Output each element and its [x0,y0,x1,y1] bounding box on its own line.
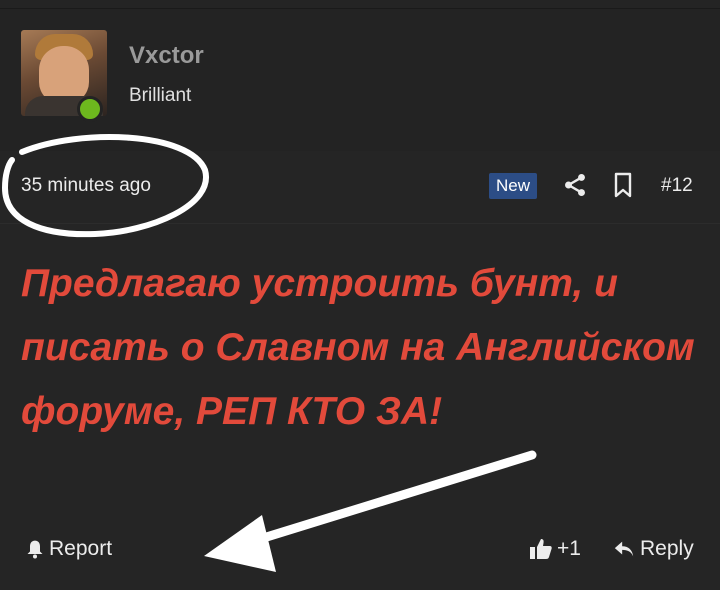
reply-label: Reply [640,537,694,560]
username-link[interactable]: Vxctor [129,42,204,70]
like-count: +1 [557,537,581,560]
report-label: Report [49,537,113,560]
bell-icon [27,540,43,559]
post-timestamp-link[interactable]: 35 minutes ago [21,175,151,197]
reply-button[interactable]: Reply [613,537,694,561]
post-meta-bar: 35 minutes ago New #12 [0,151,720,224]
new-badge: New [489,173,538,199]
post-number-link[interactable]: #12 [661,175,693,197]
forum-post: Vxctor Brilliant 35 minutes ago New #12 … [0,9,720,590]
report-button[interactable]: Report [25,537,112,561]
online-status-indicator [77,96,103,122]
like-button[interactable]: +1 [529,537,581,561]
user-title: Brilliant [129,85,192,106]
thumbs-up-icon [530,539,552,559]
reply-arrow-icon [614,541,634,557]
post-message-body: Предлагаю устроить бунт, и писать о Слав… [21,262,695,433]
share-icon[interactable] [562,172,588,198]
bookmark-icon[interactable] [611,172,635,198]
post-author-header: Vxctor Brilliant [0,9,720,151]
